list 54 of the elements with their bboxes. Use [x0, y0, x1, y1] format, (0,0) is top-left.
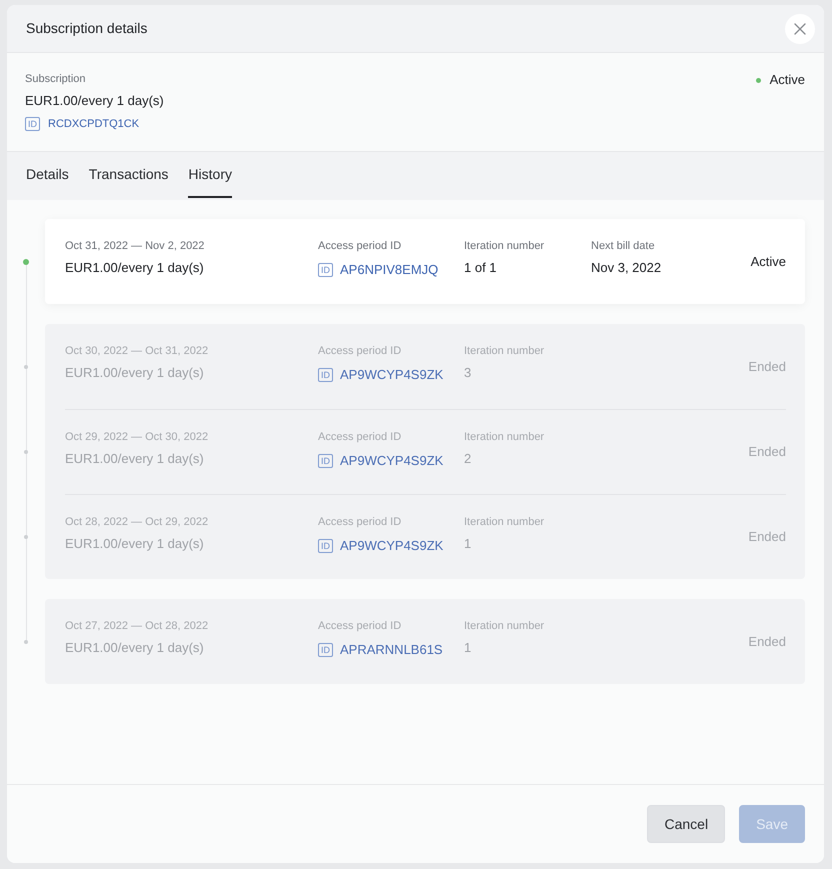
- access-period-link[interactable]: APRARNNLB61S: [340, 642, 443, 658]
- close-button[interactable]: [785, 14, 815, 44]
- price-text: EUR1.00/every 1 day(s): [65, 260, 205, 276]
- status-text: Active: [750, 254, 786, 270]
- field-label: Access period ID: [318, 515, 402, 529]
- price-text: EUR1.00/every 1 day(s): [65, 536, 205, 552]
- field-label: Iteration number: [464, 619, 546, 633]
- date-range: Oct 28, 2022 — Oct 29, 2022: [65, 515, 210, 529]
- price-text: EUR1.00/every 1 day(s): [25, 93, 164, 109]
- access-period-link[interactable]: AP9WCYP4S9ZK: [340, 538, 444, 554]
- date-range: Oct 30, 2022 — Oct 31, 2022: [65, 344, 210, 358]
- tab[interactable]: History: [188, 152, 232, 198]
- status-text: Ended: [748, 529, 786, 545]
- id-tag: ID: [25, 117, 40, 131]
- access-period-link[interactable]: AP9WCYP4S9ZK: [340, 367, 444, 383]
- date-range: Oct 27, 2022 — Oct 28, 2022: [65, 619, 210, 633]
- field-label: Iteration number: [464, 344, 546, 358]
- iteration-value: 3: [464, 365, 472, 381]
- id-tag: ID: [318, 454, 333, 468]
- iteration-value: 2: [464, 451, 472, 467]
- window-title: Subscription details: [26, 20, 148, 37]
- price-text: EUR1.00/every 1 day(s): [65, 365, 205, 381]
- field-label: Access period ID: [318, 619, 402, 633]
- id-tag: ID: [318, 643, 333, 657]
- id-tag: ID: [318, 263, 333, 277]
- field-label: Access period ID: [318, 430, 402, 444]
- id-tag: ID: [318, 539, 333, 553]
- iteration-value: 1 of 1: [464, 260, 498, 276]
- id-tag: ID: [318, 368, 333, 382]
- tab[interactable]: Details: [26, 152, 69, 198]
- iteration-value: 1: [464, 536, 472, 552]
- close-icon: [794, 22, 806, 34]
- date-range: Oct 29, 2022 — Oct 30, 2022: [65, 430, 210, 444]
- field-label: Iteration number: [464, 430, 546, 444]
- tab[interactable]: Transactions: [88, 152, 168, 198]
- subscription-id-link[interactable]: RCDXCPDTQ1CK: [48, 117, 140, 131]
- field-label: Iteration number: [464, 515, 546, 529]
- status-text: Ended: [748, 634, 786, 650]
- date-range: Oct 31, 2022 — Nov 2, 2022: [65, 239, 206, 253]
- field-label: Next bill date: [591, 239, 656, 253]
- access-period-link[interactable]: AP6NPIV8EMJQ: [340, 262, 438, 278]
- access-period-link[interactable]: AP9WCYP4S9ZK: [340, 453, 444, 469]
- field-label: Access period ID: [318, 239, 402, 253]
- price-text: EUR1.00/every 1 day(s): [65, 640, 205, 656]
- field-label: Iteration number: [464, 239, 546, 253]
- price-text: EUR1.00/every 1 day(s): [65, 451, 205, 467]
- field-label: Subscription: [25, 72, 87, 86]
- status-text: Active: [770, 72, 805, 88]
- status-text: Ended: [748, 358, 786, 374]
- field-label: Access period ID: [318, 344, 402, 358]
- status-text: Ended: [748, 444, 786, 460]
- next-bill-date: Nov 3, 2022: [591, 260, 662, 276]
- iteration-value: 1: [464, 640, 472, 656]
- cancel-button[interactable]: Cancel: [647, 805, 726, 843]
